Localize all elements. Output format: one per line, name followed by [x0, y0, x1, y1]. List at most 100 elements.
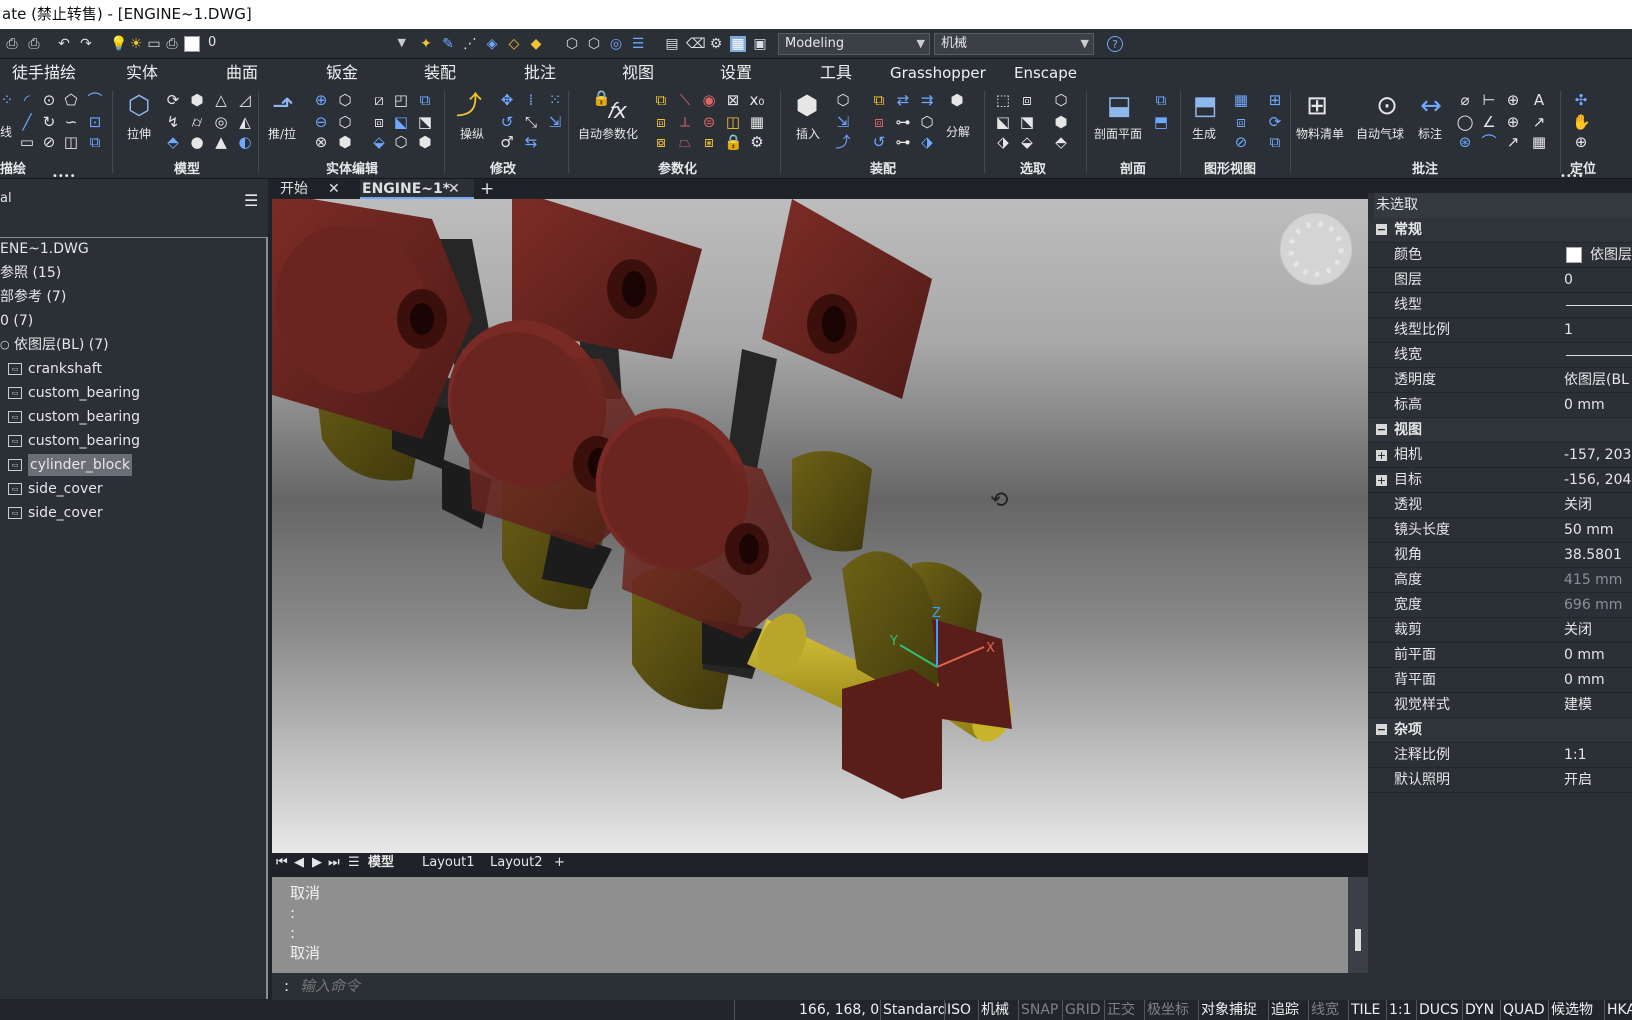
- settings-icon[interactable]: ⚙: [708, 36, 724, 52]
- tab-layout2[interactable]: Layout2: [490, 855, 542, 871]
- component-icon[interactable]: ⬡: [834, 91, 852, 109]
- status-toggle[interactable]: 追踪: [1268, 1000, 1299, 1020]
- select-invert-icon[interactable]: ⬘: [1052, 133, 1070, 151]
- separate-icon[interactable]: ⬢: [336, 133, 354, 151]
- insert-component-icon[interactable]: ⬢: [790, 89, 824, 123]
- box-icon[interactable]: ⬢: [188, 91, 206, 109]
- status-toggle[interactable]: GRID: [1062, 1000, 1101, 1020]
- param-table-icon[interactable]: ▦: [748, 113, 766, 131]
- generate-view-icon[interactable]: ⬒: [1188, 89, 1222, 123]
- eraser-icon[interactable]: ⌫: [686, 36, 706, 52]
- align-icon[interactable]: ⇲: [546, 113, 564, 131]
- expand-icon[interactable]: +: [1376, 475, 1387, 486]
- auto-balloon-icon[interactable]: ⊙: [1370, 89, 1404, 123]
- property-row[interactable]: + 相机 -157, 203,: [1368, 443, 1632, 468]
- intersect-icon[interactable]: ⊗: [312, 133, 330, 151]
- property-row[interactable]: 前平面 0 mm: [1368, 643, 1632, 668]
- status-toggle[interactable]: TILE: [1348, 1000, 1380, 1020]
- asm-link-icon[interactable]: ⊶: [894, 113, 912, 131]
- coincident-icon[interactable]: ⧉: [652, 91, 670, 109]
- help-icon[interactable]: ?: [1107, 36, 1123, 52]
- box-view2-icon[interactable]: ⬡: [586, 36, 602, 52]
- view-edit-icon[interactable]: ⧉: [1266, 133, 1284, 151]
- property-row[interactable]: 透明度 依图层(BL: [1368, 368, 1632, 393]
- view-update-icon[interactable]: ⟳: [1266, 113, 1284, 131]
- param-settings-icon[interactable]: ⚙: [748, 133, 766, 151]
- properties-icon[interactable]: ▤: [664, 36, 680, 52]
- surface-finish-icon[interactable]: ⊛: [1456, 133, 1474, 151]
- navigation-wheel[interactable]: [1279, 212, 1353, 286]
- layout-list-icon[interactable]: ☰: [348, 855, 360, 871]
- sphere-icon[interactable]: ●: [188, 133, 206, 151]
- close-icon[interactable]: ✕: [448, 179, 460, 199]
- property-row[interactable]: 视觉样式 建模: [1368, 693, 1632, 718]
- menu-assembly[interactable]: 装配: [424, 62, 456, 84]
- slice-icon[interactable]: ⧄: [370, 91, 388, 109]
- select-face-icon[interactable]: ⬚: [994, 91, 1012, 109]
- extrude-label[interactable]: 拉伸: [127, 125, 151, 142]
- lock-icon[interactable]: ▭: [146, 36, 162, 52]
- layer-walk-icon[interactable]: ◆: [528, 36, 544, 52]
- asm-rotate-icon[interactable]: ⤴: [834, 133, 852, 151]
- array-icon[interactable]: ⁞: [522, 91, 540, 109]
- scroll-thumb[interactable]: [1355, 929, 1361, 951]
- redo-icon[interactable]: ↷: [78, 36, 94, 52]
- property-row[interactable]: 裁剪 关闭: [1368, 618, 1632, 643]
- rotate-arc-icon[interactable]: ↻: [40, 113, 58, 131]
- layer-unisolate-icon[interactable]: ◇: [506, 36, 522, 52]
- fix-icon[interactable]: ⟍: [676, 91, 694, 109]
- property-row[interactable]: 图层 0: [1368, 268, 1632, 293]
- orbit-icon[interactable]: ◎: [608, 36, 624, 52]
- polygon-icon[interactable]: ⬠: [62, 91, 80, 109]
- property-row[interactable]: + 目标 -156, 204,: [1368, 468, 1632, 493]
- interfere-icon[interactable]: ⬡: [336, 113, 354, 131]
- status-toggle[interactable]: DUCS: [1416, 1000, 1459, 1020]
- select-loop-icon[interactable]: ⬔: [1018, 113, 1036, 131]
- perpendicular-icon[interactable]: ⟂: [676, 113, 694, 131]
- equal-icon[interactable]: ◫: [724, 113, 742, 131]
- layer-on-icon[interactable]: 💡: [110, 36, 127, 52]
- status-toggle[interactable]: 机械: [978, 1000, 1009, 1020]
- select-chain-icon[interactable]: ⬕: [994, 113, 1012, 131]
- new-tab-button[interactable]: +: [480, 179, 494, 199]
- status-toggle[interactable]: ISO: [944, 1000, 971, 1020]
- tab-layout1[interactable]: Layout1: [422, 855, 474, 871]
- status-toggle[interactable]: 极坐标: [1144, 1000, 1189, 1020]
- table-icon[interactable]: ↗: [1504, 133, 1522, 151]
- multileader-icon[interactable]: ↗: [1530, 113, 1548, 131]
- section-plane-icon[interactable]: ⬓: [1102, 89, 1136, 123]
- fillet-edge-icon[interactable]: ◰: [392, 91, 410, 109]
- dimension-icon[interactable]: ↔: [1414, 89, 1448, 123]
- undo-icon[interactable]: ↶: [56, 36, 72, 52]
- add-layout-button[interactable]: +: [554, 855, 565, 871]
- more-icon[interactable]: ••••: [1560, 171, 1584, 182]
- check-icon[interactable]: ⬢: [416, 133, 434, 151]
- menu-icon[interactable]: ☰: [244, 191, 258, 210]
- grid-array-icon[interactable]: ⁙: [546, 91, 564, 109]
- asm-align-icon[interactable]: ⇉: [918, 91, 936, 109]
- property-row[interactable]: 线型比例 1: [1368, 318, 1632, 343]
- box-view-icon[interactable]: ⬡: [564, 36, 580, 52]
- pushpull-icon[interactable]: ⬏: [266, 89, 300, 123]
- view-projected-icon[interactable]: ▦: [1232, 91, 1250, 109]
- zoom-icon[interactable]: ⊕: [1572, 133, 1590, 151]
- hand-icon[interactable]: ✋: [1572, 113, 1591, 131]
- menu-grasshopper[interactable]: Grasshopper: [890, 62, 986, 84]
- layers-icon[interactable]: ☰: [630, 36, 646, 52]
- menu-sheetmetal[interactable]: 钣金: [326, 62, 358, 84]
- ellipse-icon[interactable]: ⊘: [40, 133, 58, 151]
- select-filter-icon[interactable]: ⬗: [994, 133, 1012, 151]
- asm-copy-icon[interactable]: ⧉: [870, 91, 888, 109]
- status-toggle[interactable]: 候选物: [1548, 1000, 1593, 1020]
- status-toggle[interactable]: DYN: [1462, 1000, 1494, 1020]
- menu-sketch[interactable]: 徒手描绘: [12, 62, 76, 84]
- status-toggle[interactable]: 1:1: [1386, 1000, 1412, 1020]
- union-icon[interactable]: ⊕: [312, 91, 330, 109]
- cone-icon[interactable]: △: [212, 91, 230, 109]
- autoparam-label[interactable]: 自动参数化: [578, 125, 638, 142]
- menu-annotate[interactable]: 批注: [524, 62, 556, 84]
- ordinate-icon[interactable]: ⊢: [1480, 91, 1498, 109]
- rigid-icon[interactable]: ⧆: [700, 133, 718, 151]
- cylinder-icon[interactable]: ⌭: [188, 113, 206, 131]
- view-detail-icon[interactable]: ⊞: [1266, 91, 1284, 109]
